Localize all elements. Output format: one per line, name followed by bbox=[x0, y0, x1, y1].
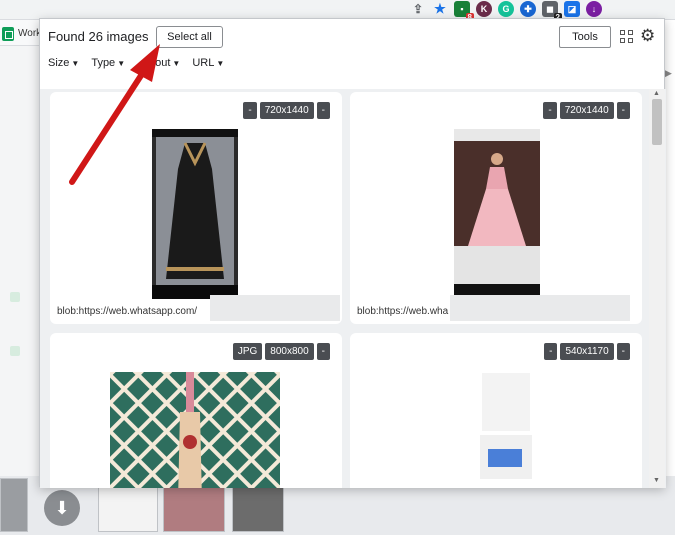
type-tag: - bbox=[543, 102, 557, 119]
url-filter[interactable]: URL ▼ bbox=[192, 57, 224, 69]
type-tag: JPG bbox=[232, 343, 263, 360]
grammarly-icon[interactable]: G bbox=[498, 1, 514, 17]
dark-extension-icon[interactable]: ◼2 bbox=[542, 1, 562, 22]
page-marker bbox=[10, 292, 20, 302]
grid-view-icon[interactable] bbox=[620, 30, 633, 43]
screenshot-image[interactable] bbox=[458, 371, 536, 488]
scroll-down-icon[interactable]: ▼ bbox=[653, 477, 660, 484]
lehenga-image[interactable] bbox=[454, 129, 540, 299]
cricket-bat-image[interactable] bbox=[110, 372, 280, 488]
blue-extension-icon[interactable]: ✚ bbox=[520, 1, 536, 17]
thumbnail[interactable] bbox=[0, 478, 28, 532]
share-icon[interactable]: ⇪ bbox=[410, 1, 426, 17]
type-tag: - bbox=[243, 102, 257, 119]
extra-tag[interactable]: - bbox=[316, 102, 330, 119]
scrollbar-thumb[interactable] bbox=[652, 99, 662, 145]
tools-button[interactable]: Tools bbox=[559, 26, 611, 48]
type-tag: - bbox=[544, 343, 558, 360]
card-tags: - 720x1440 - bbox=[243, 102, 330, 119]
dimensions-tag: 800x800 bbox=[265, 343, 314, 360]
bookmark-label[interactable]: Work bbox=[18, 28, 41, 39]
chevron-down-icon: ▼ bbox=[216, 58, 225, 68]
image-url: blob:https://web.wha bbox=[357, 306, 449, 317]
blue-square-icon[interactable]: ◪ bbox=[564, 1, 580, 17]
download-extension-icon[interactable]: ↓ bbox=[586, 1, 602, 17]
extra-tag[interactable]: - bbox=[616, 343, 630, 360]
download-icon[interactable]: ⬇ bbox=[44, 490, 80, 526]
extra-tag[interactable]: - bbox=[316, 343, 330, 360]
card-tags: JPG 800x800 - bbox=[232, 343, 330, 360]
card-tags: - 720x1440 - bbox=[543, 102, 630, 119]
image-card[interactable]: - 540x1170 - bbox=[350, 333, 642, 488]
filter-label: URL bbox=[192, 57, 215, 69]
page-marker bbox=[10, 346, 20, 356]
annotation-arrow-icon bbox=[69, 44, 160, 185]
redaction bbox=[450, 295, 630, 321]
k-extension-icon[interactable]: K bbox=[476, 1, 492, 17]
dimensions-tag: 540x1170 bbox=[560, 343, 614, 360]
gear-icon[interactable]: ⚙ bbox=[640, 27, 658, 45]
star-icon[interactable]: ★ bbox=[432, 1, 448, 17]
sheets-icon[interactable] bbox=[2, 27, 14, 41]
redaction bbox=[210, 295, 340, 321]
dimensions-tag: 720x1440 bbox=[559, 102, 614, 119]
green-extension-icon[interactable]: ▪8 bbox=[454, 1, 474, 22]
scrollbar[interactable] bbox=[649, 89, 665, 488]
image-card[interactable]: JPG 800x800 - bbox=[50, 333, 342, 488]
extension-toolbar: ⇪ ★ ▪8 K G ✚ ◼2 ◪ ↓ bbox=[410, 0, 602, 22]
card-tags: - 540x1170 - bbox=[544, 343, 630, 360]
chevron-right-icon[interactable]: ▶ bbox=[665, 68, 672, 79]
page-background bbox=[0, 46, 40, 476]
extra-tag[interactable]: - bbox=[616, 102, 630, 119]
scroll-up-icon[interactable]: ▲ bbox=[653, 90, 660, 97]
image-url: blob:https://web.whatsapp.com/ bbox=[57, 306, 198, 317]
dimensions-tag: 720x1440 bbox=[259, 102, 314, 119]
image-card[interactable]: - 720x1440 - blob:https://web.wha bbox=[350, 92, 642, 324]
